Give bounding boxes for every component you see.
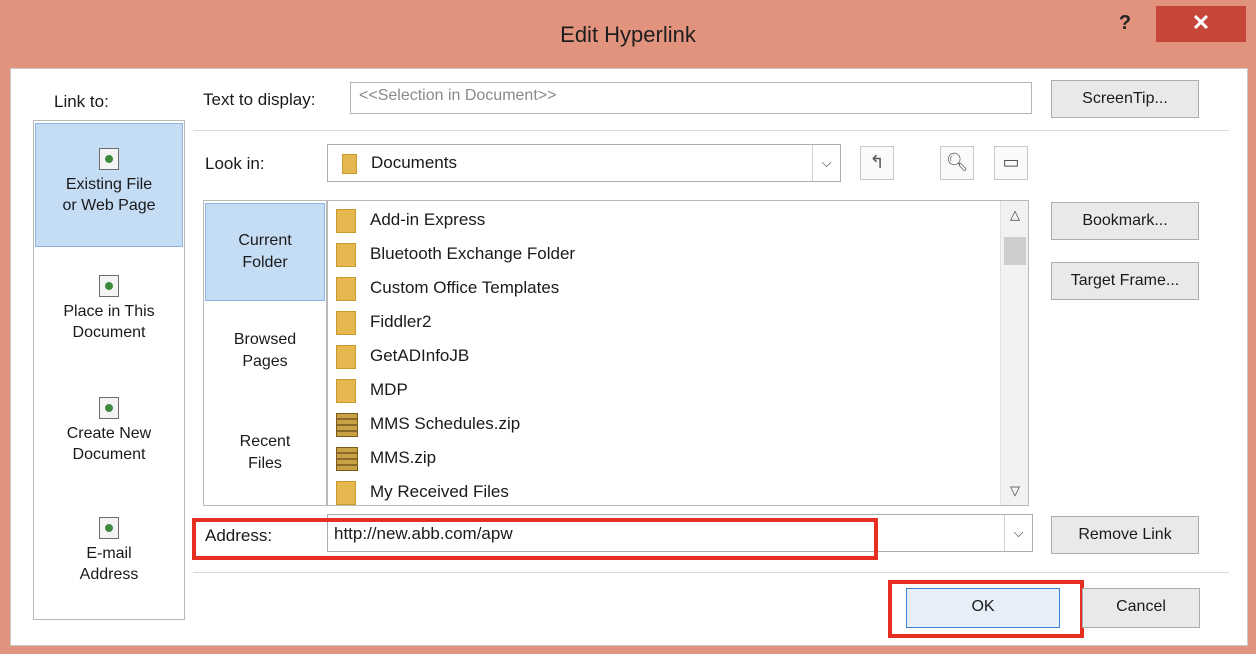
link-to-create-line1: Create New	[66, 425, 152, 442]
separator-top	[193, 130, 1229, 131]
document-place-icon	[99, 275, 119, 297]
folder-icon	[342, 153, 357, 174]
look-in-value-wrap: Documents	[342, 153, 457, 174]
address-highlight-annotation	[192, 518, 878, 560]
list-item[interactable]: GetADInfoJB	[336, 339, 469, 373]
close-button[interactable]: ✕	[1156, 6, 1246, 42]
browse-file-icon[interactable]: ▭	[994, 146, 1028, 180]
file-name: MDP	[370, 380, 408, 399]
browse-web-icon[interactable]: 🔍︎	[940, 146, 974, 180]
edit-hyperlink-dialog: Edit Hyperlink ? ✕ Link to: Existing Fil…	[0, 0, 1256, 654]
list-item[interactable]: My Received Files	[336, 475, 509, 505]
folder-icon	[336, 480, 356, 505]
new-document-icon	[99, 397, 119, 419]
recent-files-tab[interactable]: Recent Files	[205, 431, 325, 491]
look-in-label: Look in:	[205, 154, 265, 173]
link-to-create-line2: Document	[72, 446, 146, 463]
folder-icon	[336, 310, 356, 335]
link-to-existing-file-line1: Existing File	[65, 176, 153, 193]
list-item[interactable]: Bluetooth Exchange Folder	[336, 237, 575, 271]
current-folder-tab[interactable]: Current Folder	[205, 203, 325, 301]
list-item[interactable]: MDP	[336, 373, 408, 407]
vertical-scrollbar[interactable]: △ ▽	[1000, 201, 1028, 505]
current-folder-line2: Folder	[242, 254, 288, 271]
folder-icon	[336, 344, 356, 369]
link-to-existing-file-line2: or Web Page	[62, 197, 156, 214]
email-icon	[99, 517, 119, 539]
list-item[interactable]: MMS Schedules.zip	[336, 407, 520, 441]
file-name: MMS.zip	[370, 448, 437, 467]
link-to-create-new-document[interactable]: Create New Document	[35, 393, 183, 493]
text-to-display-input[interactable]: <<Selection in Document>>	[350, 82, 1032, 114]
zip-file-icon	[336, 446, 358, 471]
link-to-place-line2: Document	[72, 324, 146, 341]
link-to-label: Link to:	[54, 92, 109, 111]
file-name: Add-in Express	[370, 210, 486, 229]
zip-file-icon	[336, 412, 358, 437]
current-folder-line1: Current	[238, 232, 292, 249]
folder-icon	[336, 242, 356, 267]
file-name: GetADInfoJB	[370, 346, 470, 365]
link-to-place-in-document[interactable]: Place in This Document	[35, 271, 183, 371]
bookmark-button[interactable]: Bookmark...	[1051, 202, 1199, 240]
scroll-up-icon[interactable]: △	[1001, 207, 1028, 223]
file-name: Custom Office Templates	[370, 278, 560, 297]
up-one-folder-icon[interactable]: ↰	[860, 146, 894, 180]
browsed-pages-tab[interactable]: Browsed Pages	[205, 329, 325, 389]
look-in-value: Documents	[371, 153, 457, 172]
file-name: Bluetooth Exchange Folder	[370, 244, 576, 263]
list-item[interactable]: Fiddler2	[336, 305, 431, 339]
chevron-down-icon[interactable]: ⌵	[812, 145, 840, 181]
scroll-down-icon[interactable]: ▽	[1001, 483, 1028, 499]
recent-files-line1: Recent	[239, 433, 291, 450]
screentip-button[interactable]: ScreenTip...	[1051, 80, 1199, 118]
look-in-dropdown[interactable]: Documents ⌵	[327, 144, 841, 182]
scroll-thumb[interactable]	[1004, 237, 1026, 265]
list-item[interactable]: MMS.zip	[336, 441, 436, 475]
file-name: My Received Files	[370, 482, 509, 501]
file-list[interactable]: Add-in Express Bluetooth Exchange Folder…	[327, 200, 1029, 506]
sub-navigation: Current Folder Browsed Pages Recent File…	[203, 200, 327, 506]
folder-icon	[336, 208, 356, 233]
chevron-down-icon[interactable]: ⌵	[1004, 515, 1032, 551]
link-to-sidebar: Existing File or Web Page Place in This …	[33, 120, 185, 620]
remove-link-button[interactable]: Remove Link	[1051, 516, 1199, 554]
browsed-pages-line2: Pages	[242, 353, 288, 370]
file-name: Fiddler2	[370, 312, 432, 331]
folder-icon	[336, 276, 356, 301]
link-to-email-line1: E-mail	[86, 545, 132, 562]
recent-files-line2: Files	[248, 455, 282, 472]
folder-icon	[336, 378, 356, 403]
link-to-existing-file[interactable]: Existing File or Web Page	[35, 123, 183, 247]
file-name: MMS Schedules.zip	[370, 414, 521, 433]
dialog-title: Edit Hyperlink	[560, 22, 696, 47]
cancel-button[interactable]: Cancel	[1082, 588, 1200, 628]
link-to-email-address[interactable]: E-mail Address	[35, 513, 183, 613]
target-frame-button[interactable]: Target Frame...	[1051, 262, 1199, 300]
separator-bottom	[193, 572, 1229, 573]
ok-highlight-annotation	[888, 580, 1084, 638]
link-to-place-line1: Place in This	[63, 303, 155, 320]
text-to-display-label: Text to display:	[203, 90, 316, 109]
help-button[interactable]: ?	[1108, 10, 1142, 40]
list-item[interactable]: Custom Office Templates	[336, 271, 559, 305]
list-item[interactable]: Add-in Express	[336, 203, 485, 237]
link-to-email-line2: Address	[79, 566, 139, 583]
browsed-pages-line1: Browsed	[233, 331, 297, 348]
file-globe-icon	[99, 148, 119, 170]
